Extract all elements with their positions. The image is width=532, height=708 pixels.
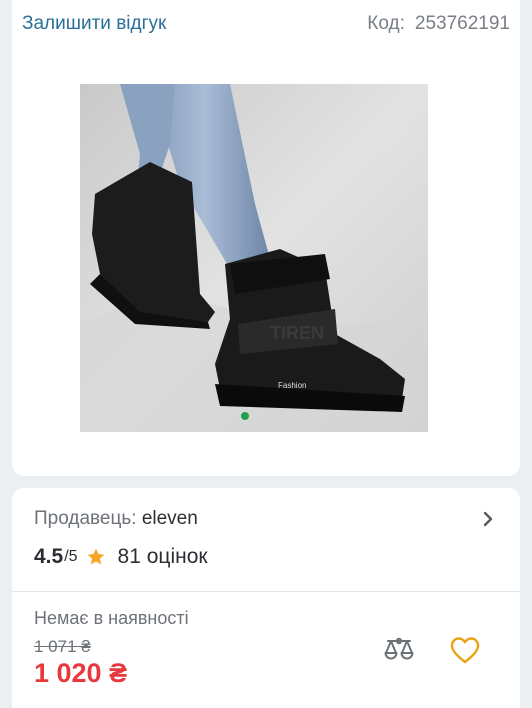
reviews-count[interactable]: 81 оцінок — [118, 545, 208, 569]
availability-status: Немає в наявності — [34, 608, 189, 628]
compare-button[interactable] — [380, 631, 418, 669]
gallery-dot-4[interactable] — [283, 412, 291, 420]
wishlist-button[interactable] — [446, 631, 484, 669]
star-icon — [87, 548, 104, 565]
seller-name: eleven — [141, 508, 198, 529]
product-code: Код: 253762191 — [367, 13, 510, 35]
rating-row[interactable]: 4.5 /5 81 оцінок — [34, 542, 208, 572]
svg-text:TIREN: TIREN — [270, 323, 324, 343]
product-code-value: 253762191 — [414, 13, 510, 34]
chevron-right-icon[interactable] — [478, 509, 498, 529]
shoe-brand-text: Fashion — [278, 381, 306, 390]
heart-icon — [450, 637, 480, 664]
gallery-pagination — [0, 412, 532, 422]
old-price: 1 071 ₴ — [34, 637, 91, 656]
leave-review-link[interactable]: Залишити відгук — [22, 13, 166, 35]
gallery-dot-2[interactable] — [255, 412, 263, 420]
compare-scales-icon — [384, 637, 414, 660]
seller-row[interactable]: Продавець: eleven — [34, 506, 498, 532]
product-code-label: Код: — [367, 13, 405, 34]
product-photo-illustration: TIREN Fashion — [80, 84, 428, 432]
gallery-header: Залишити відгук Код: 253762191 — [22, 10, 510, 38]
gallery-dot-3[interactable] — [269, 412, 277, 420]
seller-info: Продавець: eleven — [34, 508, 198, 530]
rating-max: /5 — [64, 548, 78, 565]
seller-label: Продавець: — [34, 508, 137, 529]
rating-value: 4.5 — [34, 545, 64, 568]
gallery-dot-1[interactable] — [241, 412, 249, 420]
current-price: 1 020 ₴ — [34, 658, 128, 688]
product-image[interactable]: TIREN Fashion — [80, 84, 428, 432]
product-info-card: Продавець: eleven 4.5 /5 81 оцінок Немає… — [12, 488, 520, 708]
divider — [12, 591, 520, 592]
